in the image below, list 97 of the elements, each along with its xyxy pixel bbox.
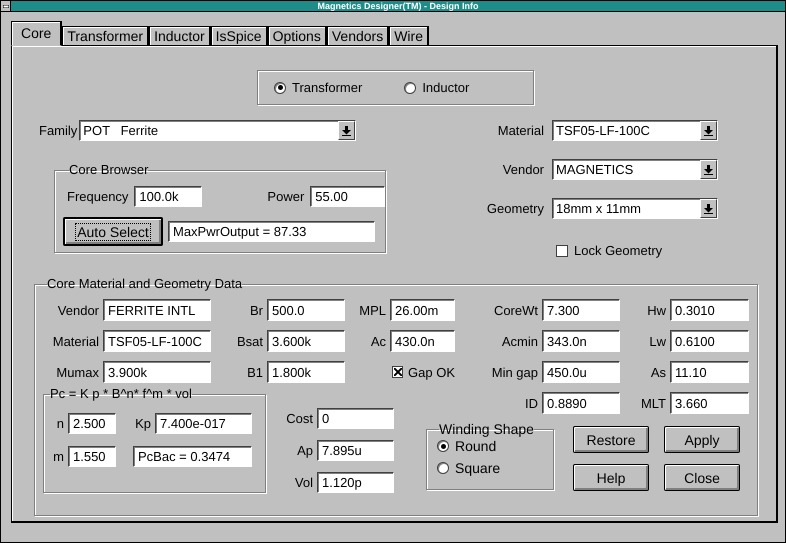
field-label: Mumax [55, 364, 99, 380]
field-label: Vendor [56, 302, 99, 318]
tab[interactable]: Core [11, 21, 62, 46]
checkbox-label: Gap OK [408, 364, 455, 380]
text-field[interactable]: 55.00 [310, 186, 386, 207]
text-field[interactable]: MaxPwrOutput = 87.33 [168, 221, 375, 242]
group-title: Core Browser [69, 163, 148, 177]
field-label: Material [52, 334, 99, 348]
radio-label: Transformer [292, 80, 362, 95]
text-field[interactable]: 500.0 [267, 299, 345, 321]
field-label: Material [496, 123, 544, 138]
field-label: Hw [646, 302, 666, 318]
field-label: Min gap [490, 364, 538, 380]
field-label: Acmin [500, 334, 538, 348]
field-label: Vol [294, 474, 313, 490]
field-label: Lw [648, 334, 666, 348]
dropdown[interactable]: MAGNETICS [552, 159, 718, 180]
field-label: MLT [640, 396, 666, 410]
field-label: Bsat [236, 334, 263, 348]
auto-select-button[interactable]: Auto Select [63, 217, 163, 246]
text-field[interactable]: PcBac = 0.3474 [133, 446, 252, 467]
text-field[interactable]: 100.0k [134, 186, 202, 207]
arrow-down-icon [704, 164, 713, 174]
field-label: Kp [134, 416, 151, 431]
field-label: Geometry [486, 201, 544, 216]
dialog-button[interactable]: Help [573, 464, 649, 491]
field-label: CoreWt [492, 302, 538, 318]
field-label: Br [249, 302, 263, 318]
field-label: Vendor [502, 162, 544, 177]
radio-button[interactable] [404, 82, 416, 94]
text-field[interactable]: 0 [317, 408, 394, 428]
text-field[interactable]: 3.900k [103, 361, 211, 383]
field-label: Frequency [67, 189, 128, 204]
text-field[interactable]: 11.10 [670, 361, 749, 383]
tab[interactable]: Options [268, 26, 327, 45]
field-label: MPL [358, 302, 386, 318]
field-label: m [52, 449, 64, 464]
text-field[interactable]: 3.660 [670, 392, 749, 414]
dropdown[interactable]: 18mm x 11mm [552, 198, 718, 219]
tab[interactable]: Transformer [62, 26, 150, 45]
radio-label: Inductor [422, 80, 470, 95]
radio-label: Square [455, 460, 500, 476]
text-field[interactable]: 7.400e-017 [155, 413, 252, 434]
text-field[interactable]: 0.3010 [670, 299, 749, 321]
text-field[interactable]: 26.00m [390, 299, 455, 321]
radio-button[interactable] [437, 462, 449, 474]
field-label: n [56, 416, 64, 431]
group-title: Pc = K p * B^n* f^m * vol [50, 387, 192, 401]
field-label: As [650, 364, 666, 380]
field-label: B1 [246, 364, 263, 380]
system-menu-button[interactable] [1, 1, 11, 11]
tab[interactable]: IsSpice [210, 26, 268, 45]
text-field[interactable]: TSF05-LF-100C [103, 330, 211, 352]
field-label: ID [524, 396, 538, 410]
text-field[interactable]: 0.8890 [542, 392, 620, 414]
radio-label: Round [455, 438, 496, 454]
text-field[interactable]: 1.120p [317, 472, 394, 492]
radio-button[interactable] [437, 440, 449, 452]
dropdown-button[interactable] [700, 199, 717, 218]
text-field[interactable]: 450.0u [542, 361, 620, 383]
text-field[interactable]: 3.600k [267, 330, 345, 352]
tab[interactable]: Inductor [149, 26, 211, 45]
checkbox[interactable] [392, 366, 404, 378]
text-field[interactable]: 343.0n [542, 330, 620, 352]
arrow-down-icon [704, 126, 713, 136]
arrow-down-icon [342, 126, 352, 136]
dialog-button[interactable]: Restore [573, 426, 649, 453]
dialog-button[interactable]: Close [664, 464, 740, 491]
field-label: Ap [296, 442, 313, 458]
field-label: Power [267, 189, 304, 204]
text-field[interactable]: 1.800k [267, 361, 345, 383]
dropdown-button[interactable] [700, 160, 717, 179]
tab[interactable]: Wire [389, 26, 429, 45]
checkbox[interactable] [556, 244, 568, 256]
dialog-button[interactable]: Apply [664, 426, 740, 453]
checkbox-label: Lock Geometry [574, 243, 662, 258]
field-label: Family [39, 123, 78, 138]
window-title: Magnetics Designer(TM) - Design Info [316, 1, 480, 11]
arrow-down-icon [704, 204, 713, 214]
group-title: Winding Shape [439, 422, 534, 436]
text-field[interactable]: 0.6100 [670, 330, 749, 352]
dropdown-button[interactable] [338, 121, 356, 140]
text-field[interactable]: 7.300 [542, 299, 620, 321]
radio-button[interactable] [274, 82, 286, 94]
dropdown-button[interactable] [700, 121, 717, 140]
text-field[interactable]: 1.550 [68, 446, 116, 467]
tab[interactable]: Vendors [326, 26, 390, 45]
text-field[interactable]: 7.895u [317, 440, 394, 460]
text-field[interactable]: 430.0n [390, 330, 455, 352]
dropdown[interactable]: TSF05-LF-100C [552, 120, 718, 141]
group-title: Core Material and Geometry Data [47, 277, 242, 291]
text-field[interactable]: 2.500 [68, 413, 116, 434]
minus-icon [2, 4, 8, 8]
dropdown[interactable]: POT Ferrite [79, 120, 356, 141]
text-field[interactable]: FERRITE INTL [103, 299, 211, 321]
field-label: Cost [285, 410, 313, 426]
field-label: Ac [370, 334, 386, 348]
